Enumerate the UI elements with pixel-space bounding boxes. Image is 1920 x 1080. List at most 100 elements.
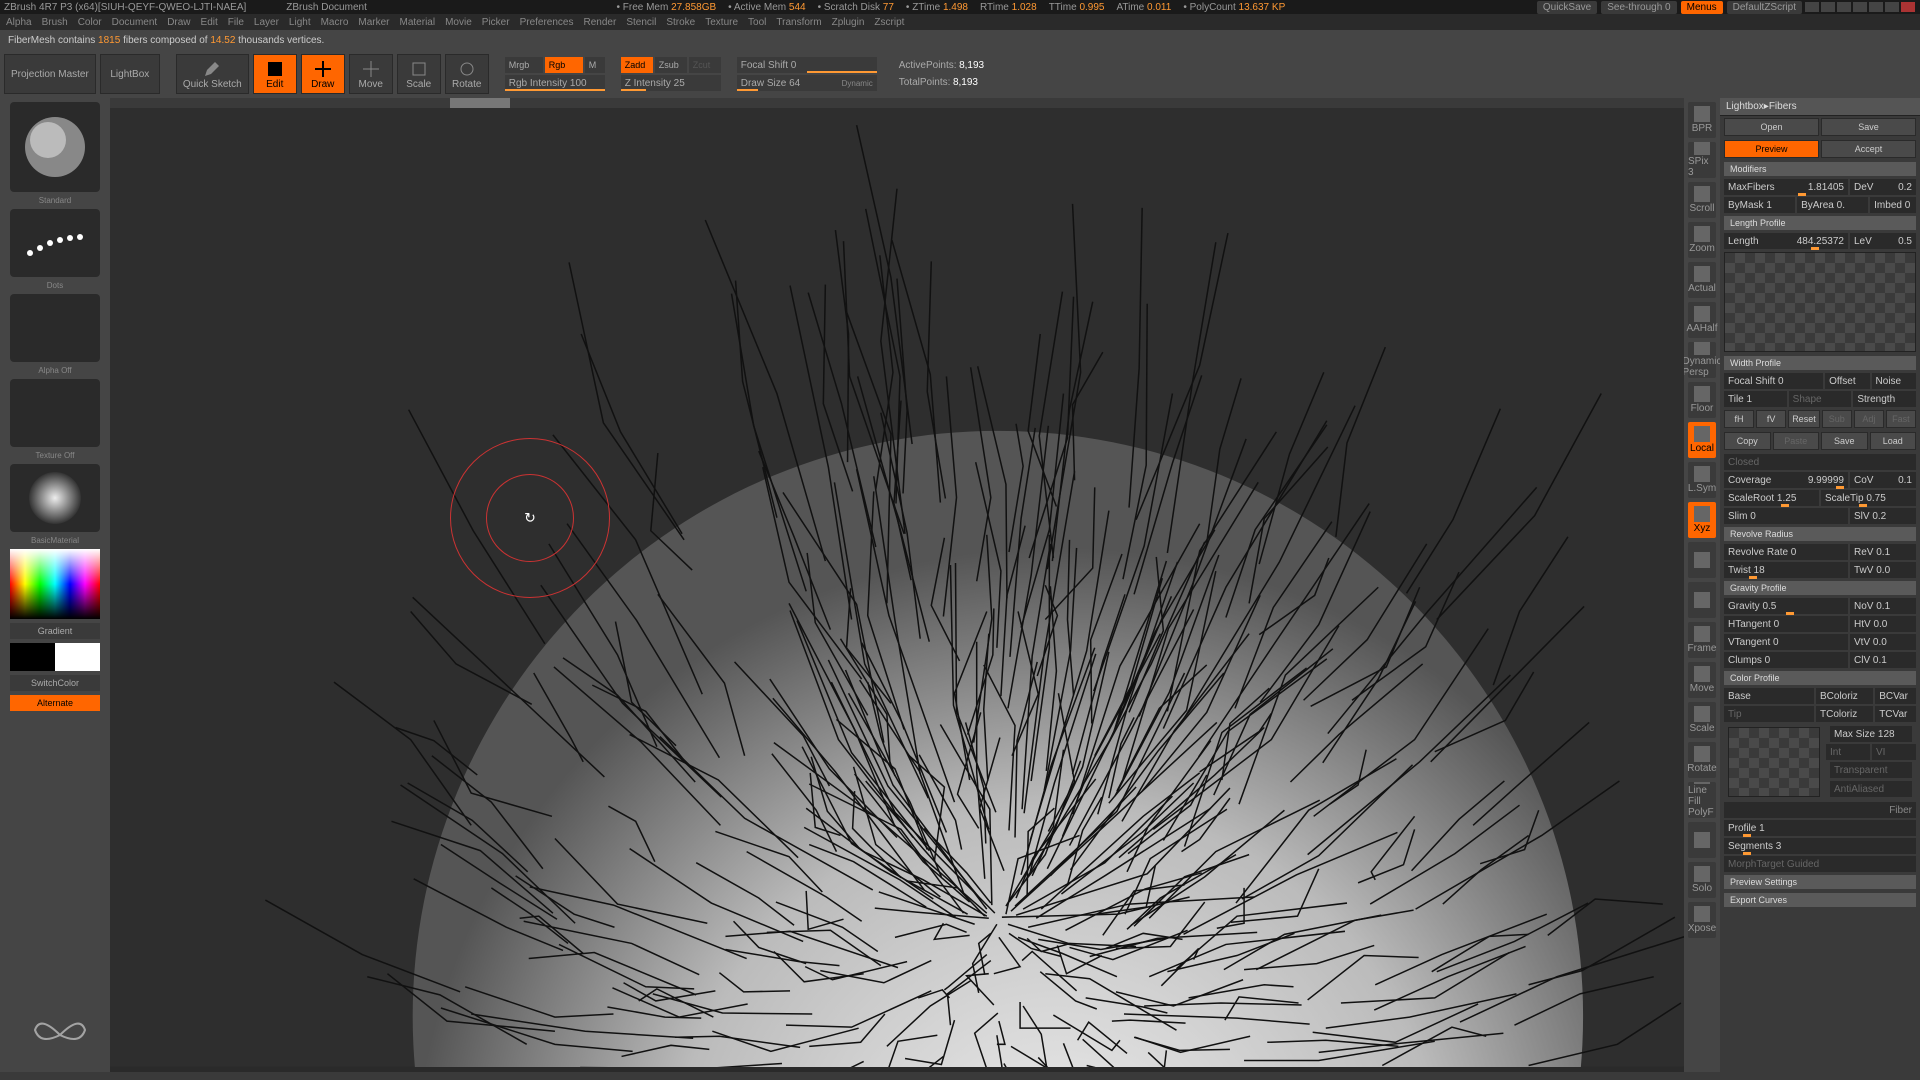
menu-tool[interactable]: Tool [748, 17, 766, 28]
win-2-button[interactable] [1821, 2, 1835, 12]
color-swatches[interactable] [10, 643, 100, 671]
maxsize-slider[interactable]: Max Size 128 [1830, 726, 1912, 742]
menu-file[interactable]: File [228, 17, 244, 28]
fast-button[interactable]: Fast [1886, 410, 1916, 428]
scaletip-slider[interactable]: ScaleTip 0.75 [1821, 490, 1916, 506]
antialiased-button[interactable]: AntiAliased [1830, 781, 1912, 797]
menu-stencil[interactable]: Stencil [626, 17, 656, 28]
quicksketch-button[interactable]: Quick Sketch [176, 54, 249, 94]
menu-render[interactable]: Render [584, 17, 617, 28]
width-profile-section[interactable]: Width Profile [1724, 356, 1916, 370]
mrgb-button[interactable]: Mrgb [505, 57, 543, 73]
save-button[interactable]: Save [1821, 118, 1916, 136]
draw-button[interactable]: Draw [301, 54, 345, 94]
menus-button[interactable]: Menus [1681, 1, 1723, 14]
shelf-scale[interactable]: Scale [1688, 702, 1716, 738]
win-4-button[interactable] [1853, 2, 1867, 12]
transparent-button[interactable]: Transparent [1830, 762, 1912, 778]
revolve-rate-slider[interactable]: Revolve Rate 0 [1724, 544, 1848, 560]
defaultzscript-button[interactable]: DefaultZScript [1727, 1, 1802, 14]
zcut-button[interactable]: Zcut [689, 57, 721, 73]
shelf-zoom[interactable]: Zoom [1688, 222, 1716, 258]
zadd-button[interactable]: Zadd [621, 57, 653, 73]
menu-light[interactable]: Light [289, 17, 311, 28]
rgb-button[interactable]: Rgb [545, 57, 583, 73]
int-button[interactable]: Int [1826, 744, 1870, 760]
imbed-slider[interactable]: Imbed 0 [1870, 197, 1916, 213]
dev-slider[interactable]: DeV0.2 [1850, 179, 1916, 195]
color-curve[interactable] [1728, 727, 1820, 797]
byarea-slider[interactable]: ByArea 0. [1797, 197, 1868, 213]
morphtarget-button[interactable]: MorphTarget Guided [1724, 856, 1916, 872]
nov-slider[interactable]: NoV 0.1 [1850, 598, 1916, 614]
focal-shift-panel-slider[interactable]: Focal Shift 0 [1724, 373, 1823, 389]
shelf-dynamic-persp[interactable]: Dynamic Persp [1688, 342, 1716, 378]
menu-zplugin[interactable]: Zplugin [832, 17, 865, 28]
menu-macro[interactable]: Macro [321, 17, 349, 28]
twv-slider[interactable]: TwV 0.0 [1850, 562, 1916, 578]
slv-slider[interactable]: SlV 0.2 [1850, 508, 1916, 524]
fv-button[interactable]: fV [1756, 410, 1786, 428]
rotate-button[interactable]: Rotate [445, 54, 489, 94]
shelf-xyz[interactable]: Xyz [1688, 502, 1716, 538]
load-button[interactable]: Load [1870, 432, 1917, 450]
shelf-floor[interactable]: Floor [1688, 382, 1716, 418]
reset-button[interactable]: Reset [1788, 410, 1820, 428]
accept-button[interactable]: Accept [1821, 140, 1916, 158]
color-picker[interactable] [10, 549, 100, 619]
gravity-profile-section[interactable]: Gravity Profile [1724, 581, 1916, 595]
menu-texture[interactable]: Texture [705, 17, 738, 28]
clv-slider[interactable]: ClV 0.1 [1850, 652, 1916, 668]
shelf-btn18[interactable] [1688, 822, 1716, 858]
draw-size-slider[interactable]: Draw Size 64Dynamic [737, 75, 877, 91]
offset-button[interactable]: Offset [1825, 373, 1869, 389]
alternate-button[interactable]: Alternate [10, 695, 100, 711]
preview-settings-section[interactable]: Preview Settings [1724, 875, 1916, 889]
menu-layer[interactable]: Layer [254, 17, 279, 28]
move-button[interactable]: Move [349, 54, 393, 94]
scaleroot-slider[interactable]: ScaleRoot 1.25 [1724, 490, 1819, 506]
texture-thumb[interactable] [10, 379, 100, 447]
menu-zscript[interactable]: Zscript [874, 17, 904, 28]
shelf-move[interactable]: Move [1688, 662, 1716, 698]
bcoloriz-button[interactable]: BColoriz [1816, 688, 1873, 704]
shelf-frame[interactable]: Frame [1688, 622, 1716, 658]
shelf-l.sym[interactable]: L.Sym [1688, 462, 1716, 498]
segments-slider[interactable]: Segments 3 [1724, 838, 1916, 854]
maxfibers-slider[interactable]: MaxFibers1.81405 [1724, 179, 1848, 195]
menu-draw[interactable]: Draw [167, 17, 190, 28]
tcoloriz-button[interactable]: TColoriz [1816, 706, 1873, 722]
adj-button[interactable]: Adj [1854, 410, 1884, 428]
viewport[interactable] [110, 98, 1684, 1072]
htv-slider[interactable]: HtV 0.0 [1850, 616, 1916, 632]
tip-color[interactable]: Tip [1724, 706, 1814, 722]
length-profile-section[interactable]: Length Profile [1724, 216, 1916, 230]
close-button[interactable] [1901, 2, 1915, 12]
edit-button[interactable]: Edit [253, 54, 297, 94]
shelf-scroll[interactable]: Scroll [1688, 182, 1716, 218]
quicksave-button[interactable]: QuickSave [1537, 1, 1597, 14]
bymask-slider[interactable]: ByMask 1 [1724, 197, 1795, 213]
menu-marker[interactable]: Marker [358, 17, 389, 28]
color-profile-section[interactable]: Color Profile [1724, 671, 1916, 685]
open-button[interactable]: Open [1724, 118, 1819, 136]
lev-slider[interactable]: LeV0.5 [1850, 233, 1916, 249]
export-curves-section[interactable]: Export Curves [1724, 893, 1916, 907]
scale-button[interactable]: Scale [397, 54, 441, 94]
tcvar-slider[interactable]: TCVar [1875, 706, 1916, 722]
revolve-radius-section[interactable]: Revolve Radius [1724, 527, 1916, 541]
gradient-button[interactable]: Gradient [10, 623, 100, 639]
menu-brush[interactable]: Brush [42, 17, 68, 28]
shelf-xpose[interactable]: Xpose [1688, 902, 1716, 938]
menu-transform[interactable]: Transform [776, 17, 821, 28]
m-button[interactable]: M [585, 57, 605, 73]
win-1-button[interactable] [1805, 2, 1819, 12]
menu-alpha[interactable]: Alpha [6, 17, 32, 28]
base-color[interactable]: Base [1724, 688, 1814, 704]
shelf-bpr[interactable]: BPR [1688, 102, 1716, 138]
gravity-slider[interactable]: Gravity 0.5 [1724, 598, 1848, 614]
shelf-solo[interactable]: Solo [1688, 862, 1716, 898]
rgb-intensity-slider[interactable]: Rgb Intensity 100 [505, 75, 605, 91]
bcvar-slider[interactable]: BCVar [1875, 688, 1916, 704]
menu-picker[interactable]: Picker [482, 17, 510, 28]
